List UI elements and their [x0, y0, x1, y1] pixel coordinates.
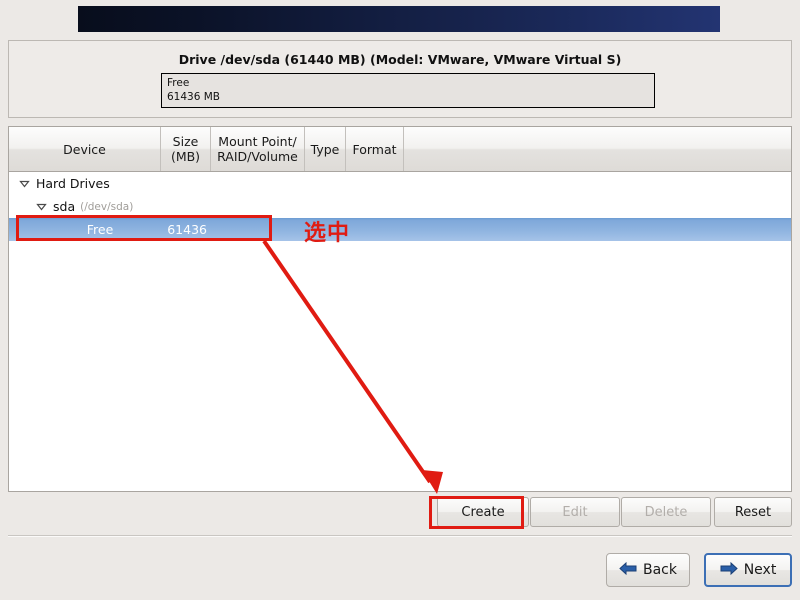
- table-row[interactable]: Hard Drives: [9, 172, 791, 195]
- reset-button[interactable]: Reset: [714, 497, 792, 527]
- partition-actions: Create Edit Delete Reset: [8, 497, 792, 527]
- column-header-size-line2: (MB): [170, 149, 201, 164]
- device-table: Device Size (MB) Mount Point/ RAID/Volum…: [8, 126, 792, 492]
- column-header-type-label: Type: [310, 141, 340, 157]
- table-row-free-selected[interactable]: Free 61436: [9, 218, 791, 241]
- create-button[interactable]: Create: [437, 497, 529, 527]
- column-header-format-label: Format: [352, 141, 397, 157]
- triangle-down-icon[interactable]: [19, 178, 30, 189]
- next-button[interactable]: Next: [704, 553, 792, 587]
- column-header-format[interactable]: Format: [346, 127, 404, 171]
- column-header-type[interactable]: Type: [305, 127, 346, 171]
- row-device-cell: Hard Drives: [9, 176, 161, 191]
- arrow-left-icon: [619, 561, 637, 580]
- installer-header-banner: [78, 6, 720, 32]
- row-device-name: Free: [86, 222, 114, 237]
- column-header-size-line1: Size: [172, 134, 199, 149]
- next-button-label: Next: [743, 562, 777, 578]
- row-device-cell: Free: [9, 222, 161, 237]
- edit-button: Edit: [530, 497, 620, 527]
- footer-divider: [8, 535, 792, 537]
- table-header-row: Device Size (MB) Mount Point/ RAID/Volum…: [9, 127, 791, 172]
- delete-button: Delete: [621, 497, 711, 527]
- column-header-device-label: Device: [63, 141, 106, 157]
- drive-free-label: Free 61436 MB: [167, 77, 221, 103]
- partition-setup-screen: Drive /dev/sda (61440 MB) (Model: VMware…: [0, 0, 800, 600]
- column-header-mount-line2: RAID/Volume: [217, 149, 298, 164]
- row-device-path: (/dev/sda): [80, 200, 134, 213]
- back-button-label: Back: [643, 562, 677, 578]
- drive-usage-bar[interactable]: Free 61436 MB: [161, 73, 655, 108]
- column-header-device[interactable]: Device: [9, 127, 161, 171]
- back-button[interactable]: Back: [606, 553, 690, 587]
- drive-summary-panel: Drive /dev/sda (61440 MB) (Model: VMware…: [8, 40, 792, 118]
- drive-title: Drive /dev/sda (61440 MB) (Model: VMware…: [178, 52, 622, 67]
- table-body: Hard Drives sda (/dev/sda) Free 61436: [9, 172, 791, 491]
- column-header-filler: [404, 127, 791, 171]
- row-size-cell: 61436: [167, 222, 207, 237]
- triangle-down-icon[interactable]: [36, 201, 47, 212]
- row-device-name: sda: [53, 199, 76, 214]
- row-device-name: Hard Drives: [36, 176, 110, 191]
- table-row[interactable]: sda (/dev/sda): [9, 195, 791, 218]
- row-device-cell: sda (/dev/sda): [9, 199, 161, 214]
- column-header-size[interactable]: Size (MB): [161, 127, 211, 171]
- arrow-right-icon: [720, 561, 738, 580]
- annotation-label-selected: 选中: [304, 221, 351, 246]
- column-header-mount-line1: Mount Point/: [218, 134, 297, 149]
- column-header-mount-point[interactable]: Mount Point/ RAID/Volume: [211, 127, 305, 171]
